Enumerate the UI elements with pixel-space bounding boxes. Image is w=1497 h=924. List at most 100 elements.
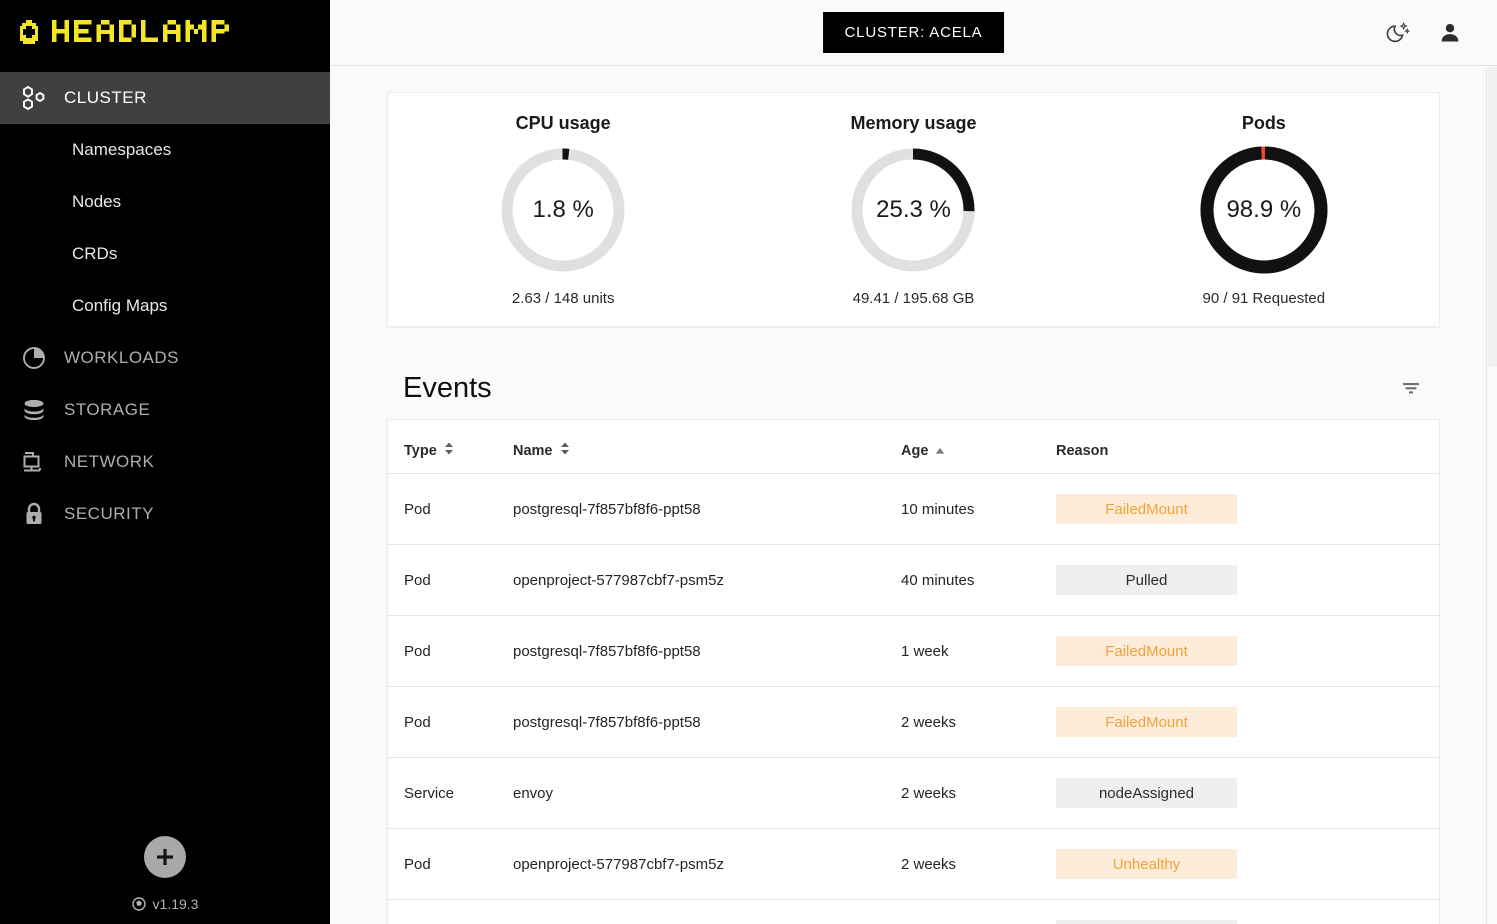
gauge-subtitle: 90 / 91 Requested (1202, 289, 1326, 307)
column-label: Type (404, 442, 437, 459)
cell-age: 2 weeks (901, 686, 1056, 758)
cell-type: Pod (388, 473, 513, 545)
add-cluster-button[interactable] (144, 836, 186, 878)
cell-type: Pod (388, 686, 513, 758)
topbar-actions (1385, 20, 1463, 46)
table-header-row: Type Name Age Reason (388, 420, 1439, 474)
app-root: CLUSTER Namespaces Nodes CRDs Config Map… (0, 0, 1497, 924)
topbar: CLUSTER: ACELA (330, 0, 1497, 66)
status-badge: nodeAssigned (1056, 778, 1237, 808)
cell-name: openproject-577987cbf7-psm5z (513, 544, 901, 616)
sidebar-item-nodes[interactable]: Nodes (0, 176, 330, 228)
column-label: Age (901, 442, 929, 459)
gauge-ring: 98.9 % (1200, 146, 1328, 274)
status-badge: Pulled (1056, 565, 1237, 595)
person-icon (1437, 20, 1463, 46)
cell-reason: nodeAssigned (1056, 757, 1439, 829)
version-indicator[interactable]: v1.19.3 (131, 896, 199, 912)
cell-name: envoy (513, 899, 901, 924)
scrollbar-thumb[interactable] (1488, 67, 1497, 367)
table-row[interactable]: Pod postgresql-7f857bf8f6-ppt58 1 week Fail… (388, 615, 1439, 687)
status-badge: FailedMount (1056, 494, 1237, 524)
cell-age: 2 weeks (901, 757, 1056, 829)
table-body: Pod postgresql-7f857bf8f6-ppt58 10 minutes… (388, 473, 1439, 924)
cell-name: postgresql-7f857bf8f6-ppt58 (513, 615, 901, 687)
gauge-title: Pods (1241, 112, 1286, 133)
page-content: CPU usage 1.8 % 2.63 / 148 units Memory … (330, 66, 1497, 924)
status-badge: nodeAssigned (1056, 920, 1237, 924)
cell-reason: FailedMount (1056, 473, 1439, 545)
gauge-subtitle: 49.41 / 195.68 GB (852, 289, 975, 307)
cpu-usage-gauge: CPU usage 1.8 % 2.63 / 148 units (388, 113, 738, 307)
events-table: Type Name Age Reason Pod postgresql-7f85… (388, 420, 1439, 924)
app-logo[interactable] (0, 0, 330, 66)
gauge-value: 98.9 % (1226, 195, 1302, 223)
sidebar-item-label: CRDs (72, 244, 118, 263)
status-badge: FailedMount (1056, 636, 1237, 666)
column-header-age[interactable]: Age (901, 420, 1056, 474)
memory-usage-gauge: Memory usage 25.3 % 49.41 / 195.68 GB (738, 113, 1088, 307)
cell-reason: nodeAssigned (1056, 899, 1439, 924)
gauge-ring: 25.3 % (849, 146, 977, 274)
theme-toggle-button[interactable] (1385, 20, 1411, 46)
page-title: Events (403, 371, 492, 404)
events-header: Events (387, 357, 1440, 419)
filter-button[interactable] (1400, 377, 1422, 399)
table-row[interactable]: Pod postgresql-7f857bf8f6-ppt58 2 weeks Fai… (388, 686, 1439, 758)
cell-age: 2 weeks (901, 899, 1056, 924)
sidebar-item-label: SECURITY (64, 504, 154, 523)
cell-reason: FailedMount (1056, 615, 1439, 687)
table-row[interactable]: Serviceenvoy2 weeksnodeAssigned (388, 899, 1439, 924)
sidebar-item-security[interactable]: SECURITY (0, 488, 330, 540)
pie-chart-icon (20, 344, 48, 372)
cell-name: postgresql-7f857bf8f6-ppt58 (513, 473, 901, 545)
cell-age: 40 minutes (901, 544, 1056, 616)
cell-type: Service (388, 757, 513, 829)
gauge-value: 25.3 % (876, 195, 951, 223)
gauge-title: Memory usage (850, 112, 977, 133)
sidebar-item-label: NETWORK (64, 452, 155, 471)
main-area: CLUSTER: ACELA CPU usage 1.8 % 2.63 / 14… (330, 0, 1497, 924)
kubernetes-icon (131, 897, 146, 911)
sidebar-item-storage[interactable]: STORAGE (0, 384, 330, 436)
sidebar-item-network[interactable]: NETWORK (0, 436, 330, 488)
headlamp-lamp-icon (14, 18, 44, 48)
gauge-title: CPU usage (515, 112, 611, 133)
plus-icon (153, 845, 177, 869)
column-label: Reason (1056, 442, 1109, 459)
sidebar-item-config-maps[interactable]: Config Maps (0, 280, 330, 332)
sidebar-item-crds[interactable]: CRDs (0, 228, 330, 280)
gauge-subtitle: 2.63 / 148 units (511, 289, 615, 307)
column-header-type[interactable]: Type (388, 420, 513, 474)
table-row[interactable]: Pod openproject-577987cbf7-psm5z 2 weeks Un… (388, 828, 1439, 900)
cell-name: postgresql-7f857bf8f6-ppt58 (513, 686, 901, 758)
moon-stars-icon (1385, 20, 1411, 46)
cell-name: envoy (513, 757, 901, 829)
column-header-name[interactable]: Name (513, 420, 901, 474)
table-row[interactable]: Pod openproject-577987cbf7-psm5z 40 minute… (388, 544, 1439, 616)
sidebar-item-cluster[interactable]: CLUSTER (0, 72, 330, 124)
cell-type: Pod (388, 544, 513, 616)
sidebar-item-label: Nodes (72, 192, 122, 211)
sidebar-item-label: STORAGE (64, 400, 151, 419)
cell-reason: Pulled (1056, 544, 1439, 616)
column-header-reason[interactable]: Reason (1056, 420, 1439, 474)
cell-age: 1 week (901, 615, 1056, 687)
gauge-ring: 1.8 % (499, 146, 627, 274)
pods-gauge: Pods 98.9 % 90 / 91 Requested (1089, 113, 1439, 307)
cluster-metrics-card: CPU usage 1.8 % 2.63 / 148 units Memory … (387, 92, 1440, 327)
sidebar-item-workloads[interactable]: WORKLOADS (0, 332, 330, 384)
account-button[interactable] (1437, 20, 1463, 46)
events-table-card: Type Name Age Reason Pod postgresql-7f85… (387, 419, 1440, 924)
version-label: v1.19.3 (152, 896, 199, 912)
cell-type: Pod (388, 828, 513, 900)
table-row[interactable]: Serviceenvoy2 weeksnodeAssigned (388, 757, 1439, 829)
cell-type: Service (388, 899, 513, 924)
cluster-selector-chip[interactable]: CLUSTER: ACELA (822, 12, 1005, 53)
vertical-scrollbar[interactable] (1486, 67, 1497, 924)
sort-ascending-icon (935, 443, 945, 459)
monitor-network-icon (20, 448, 48, 476)
sidebar-item-namespaces[interactable]: Namespaces (0, 124, 330, 176)
table-row[interactable]: Pod postgresql-7f857bf8f6-ppt58 10 minutes… (388, 473, 1439, 545)
cell-name: openproject-577987cbf7-psm5z (513, 828, 901, 900)
